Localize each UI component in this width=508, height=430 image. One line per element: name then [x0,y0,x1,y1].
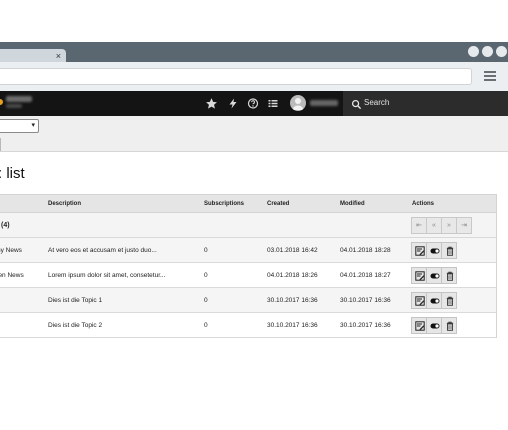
group-count: (4) [1,222,10,229]
address-bar[interactable] [0,68,472,85]
browser-tab[interactable]: × [0,49,66,63]
window-maximize-button[interactable] [482,46,493,57]
delete-icon [446,246,454,256]
column-header-created[interactable]: Created [267,195,289,213]
toggle-icon [430,298,440,304]
filter-toolbar: ▾ [0,116,508,152]
delete-icon [446,321,454,331]
cell-description: At vero eos et accusam et justo duo... [48,247,157,254]
edit-icon [415,321,425,331]
toggle-icon [430,323,440,329]
cell-description: Dies ist die Topic 2 [48,322,103,329]
edit-button[interactable] [411,242,427,259]
cell-subscriptions: 0 [204,297,208,304]
star-icon[interactable] [205,97,219,111]
brand-logo[interactable] [0,96,36,110]
cell-created: 30.10.2017 16:36 [267,297,318,304]
column-header-description[interactable]: Description [48,195,81,213]
list-icon[interactable] [267,97,281,111]
cell-name[interactable]: ny News [0,238,43,263]
toggle-icon [430,273,440,279]
column-header-actions: Actions [412,201,435,207]
cell-name[interactable]: ien News [0,263,43,288]
column-header-subscriptions[interactable]: Subscriptions [204,195,244,213]
table-row[interactable]: ien News Lorem ipsum dolor sit amet, con… [0,263,496,288]
first-page-button[interactable]: ⇤ [411,217,427,234]
brand-name-blurred [6,96,32,102]
cell-modified: 04.01.2018 18:28 [340,247,391,254]
next-page-button[interactable]: » [441,217,457,234]
topics-table: Description Subscriptions Created Modifi… [0,194,497,338]
table-row[interactable]: Dies ist die Topic 2 0 30.10.2017 16:36 … [0,313,496,338]
previous-page-button[interactable]: « [426,217,442,234]
brand-accent [0,99,3,105]
cell-created: 30.10.2017 16:36 [267,322,318,329]
cell-created: 04.01.2018 18:26 [267,272,318,279]
search-placeholder: Search [364,98,390,107]
toggle-button[interactable] [426,242,442,259]
group-row: (4) ⇤ « » ⇥ [0,213,496,238]
user-avatar-icon[interactable] [290,95,306,111]
delete-button[interactable] [441,267,457,284]
table-row[interactable]: ny News At vero eos et accusam et justo … [0,238,496,263]
row-actions [411,317,457,334]
cell-subscriptions: 0 [204,322,208,329]
cell-description: Lorem ipsum dolor sit amet, consetetur..… [48,272,166,279]
column-header-modified[interactable]: Modified [340,195,365,213]
delete-icon [446,296,454,306]
delete-button[interactable] [441,242,457,259]
delete-button[interactable] [441,292,457,309]
last-page-button[interactable]: ⇥ [456,217,472,234]
search-icon [351,97,363,110]
edit-icon [415,271,425,281]
window-close-button[interactable] [496,46,507,57]
pagination: ⇤ « » ⇥ [411,217,472,234]
window-minimize-button[interactable] [468,46,479,57]
edit-icon [415,296,425,306]
browser-address-row [0,62,508,91]
help-icon[interactable] [247,97,261,111]
toggle-button[interactable] [426,317,442,334]
cell-subscriptions: 0 [204,247,208,254]
cell-modified: 04.01.2018 18:27 [340,272,391,279]
brand-subtitle-blurred [6,104,22,108]
cell-modified: 30.10.2017 16:36 [340,297,391,304]
row-actions [411,292,457,309]
filter-select[interactable]: ▾ [0,119,39,133]
tab-close-button[interactable]: × [56,49,61,63]
row-actions [411,267,457,284]
browser-tabstrip: × [0,42,508,63]
cell-modified: 30.10.2017 16:36 [340,322,391,329]
toolbar-button[interactable] [0,138,1,151]
table-header: Description Subscriptions Created Modifi… [0,195,496,213]
bolt-icon[interactable] [227,97,241,111]
browser-menu-icon[interactable] [484,71,496,81]
table-row[interactable]: Dies ist die Topic 1 0 30.10.2017 16:36 … [0,288,496,313]
toggle-icon [430,248,440,254]
page-title: : list [0,165,25,182]
username-blurred[interactable] [310,100,338,106]
edit-icon [415,246,425,256]
global-search[interactable]: Search [343,91,508,116]
chevron-down-icon: ▾ [31,122,35,129]
row-actions [411,242,457,259]
edit-button[interactable] [411,292,427,309]
cell-subscriptions: 0 [204,272,208,279]
edit-button[interactable] [411,317,427,334]
toggle-button[interactable] [426,267,442,284]
toggle-button[interactable] [426,292,442,309]
cell-created: 03.01.2018 16:42 [267,247,318,254]
delete-button[interactable] [441,317,457,334]
edit-button[interactable] [411,267,427,284]
delete-icon [446,271,454,281]
cell-description: Dies ist die Topic 1 [48,297,103,304]
app-header: Search [0,91,508,116]
